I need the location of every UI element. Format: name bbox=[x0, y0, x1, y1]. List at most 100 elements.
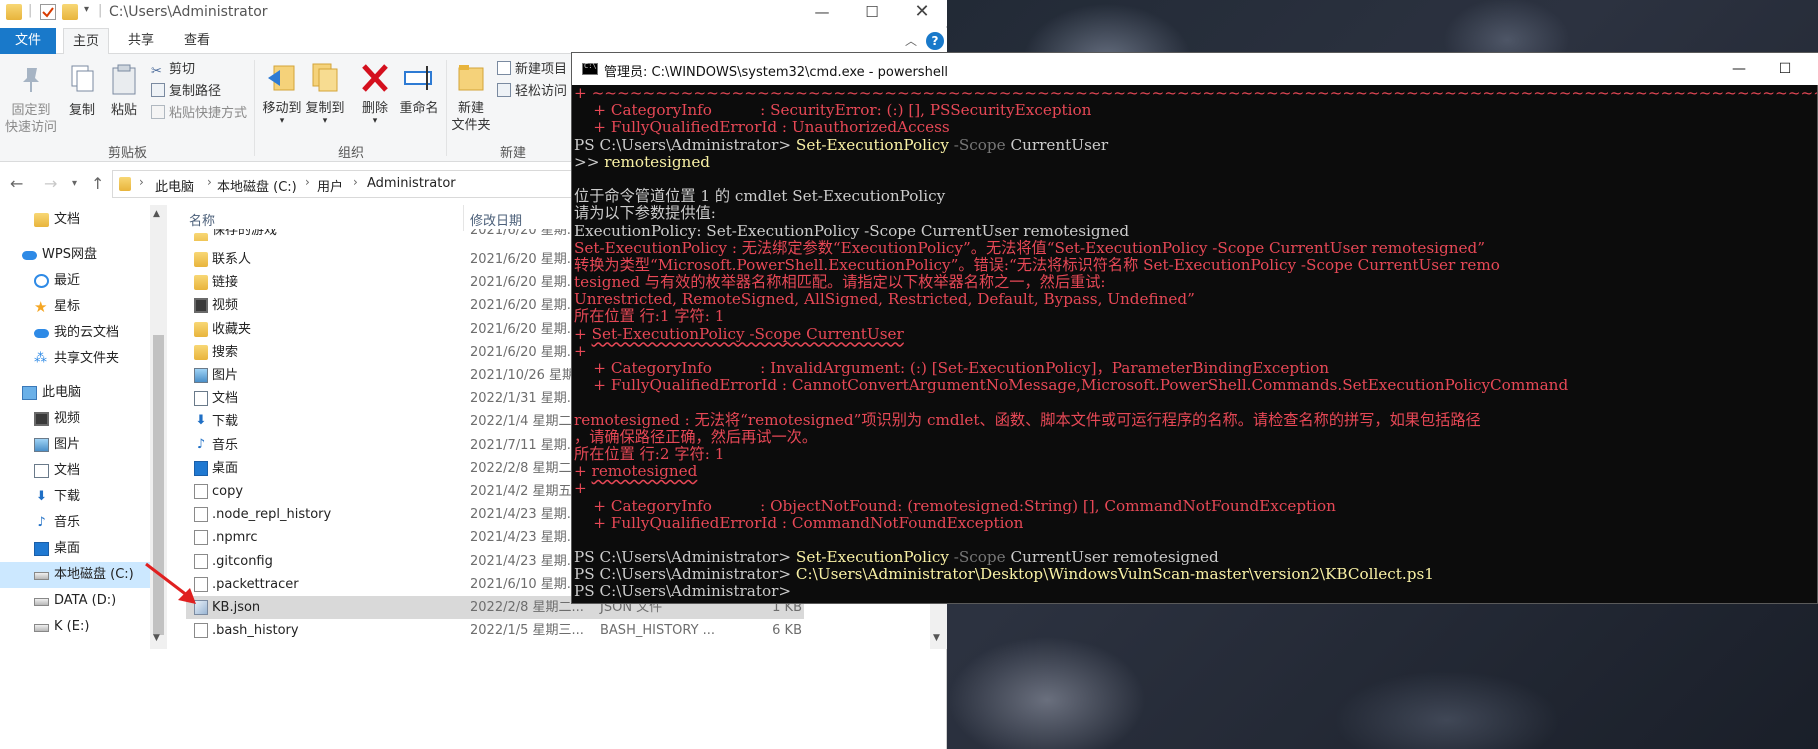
easy-access-button[interactable]: 轻松访问 bbox=[497, 82, 567, 102]
cmd-minimize-button[interactable]: — bbox=[1716, 55, 1762, 83]
move-to-button[interactable]: 移动到 ▾ bbox=[260, 60, 304, 126]
file-name: 链接 bbox=[212, 275, 239, 291]
breadcrumb-this-pc[interactable]: 此电脑 bbox=[155, 176, 194, 195]
console-line: 位于命令管道位置 1 的 cmdlet Set-ExecutionPolicy bbox=[574, 188, 1817, 205]
rename-button[interactable]: 重命名 bbox=[396, 60, 442, 117]
collapse-ribbon-icon[interactable]: ︿ bbox=[905, 32, 917, 49]
new-item-button[interactable]: 新建项目 bbox=[497, 60, 567, 80]
file-row[interactable]: .bash_history 2022/1/5 星期三... BASH_HISTORY… bbox=[186, 619, 804, 642]
file-name: .node_repl_history bbox=[212, 507, 332, 523]
video-icon bbox=[194, 298, 208, 314]
nav-item[interactable]: 最近 bbox=[0, 268, 150, 294]
minimize-button[interactable]: — bbox=[797, 0, 847, 26]
delete-button[interactable]: 删除 ▾ bbox=[356, 60, 394, 126]
console-text: CurrentUser remotesigned bbox=[1010, 548, 1219, 567]
chevron-right-icon[interactable]: › bbox=[139, 175, 144, 189]
nav-item-label: 此电脑 bbox=[42, 385, 82, 400]
nav-item[interactable]: 我的云文档 bbox=[0, 320, 150, 346]
file-date: 2021/4/23 星期... bbox=[470, 507, 580, 523]
nav-item[interactable]: 文档 bbox=[0, 458, 150, 484]
console-line: + CategoryInfo : SecurityError: (:) [], … bbox=[574, 102, 1817, 119]
console-text: ，请确保路径正确，然后再试一次。 bbox=[574, 427, 817, 446]
new-folder-button[interactable]: 新建 文件夹 bbox=[450, 60, 492, 134]
nav-item[interactable]: 桌面 bbox=[0, 536, 150, 562]
console-line: tesigned 与有效的枚举器名称相匹配。请指定以下枚举器名称之一，然后重试: bbox=[574, 273, 1817, 291]
picture-icon bbox=[194, 368, 208, 383]
up-arrow-icon[interactable]: ↑ bbox=[91, 174, 104, 193]
music-icon: ♪ bbox=[196, 436, 206, 452]
nav-item[interactable]: 视频 bbox=[0, 406, 150, 432]
nav-item[interactable]: 此电脑 bbox=[0, 380, 150, 406]
nav-item-label: K (E:) bbox=[54, 619, 90, 634]
chevron-right-icon[interactable]: › bbox=[353, 175, 358, 189]
video-icon bbox=[34, 412, 49, 426]
customize-quick-access-icon[interactable]: ▾ bbox=[84, 4, 89, 15]
console-line: + CategoryInfo : InvalidArgument: (:) [S… bbox=[574, 359, 1817, 377]
tab-file[interactable]: 文件 bbox=[0, 28, 56, 54]
new-folder-quick-icon[interactable] bbox=[62, 4, 78, 20]
console-line: remotesigned : 无法将“remotesigned”项识别为 cmd… bbox=[574, 411, 1817, 429]
nav-item[interactable]: 文档 bbox=[0, 207, 150, 233]
console-text: PS C:\Users\Administrator> bbox=[574, 135, 796, 154]
nav-item[interactable]: ⬇ 下载 bbox=[0, 484, 150, 510]
paste-button[interactable]: 粘贴 bbox=[104, 62, 144, 119]
copy-button[interactable]: 复制 bbox=[62, 62, 102, 119]
cmd-app-icon bbox=[582, 62, 598, 75]
breadcrumb-users[interactable]: 用户 bbox=[317, 176, 343, 195]
nav-item[interactable]: WPS网盘 bbox=[0, 242, 150, 268]
scroll-down-icon[interactable]: ▼ bbox=[933, 633, 940, 643]
scroll-down-icon[interactable]: ▼ bbox=[153, 633, 160, 643]
nav-item[interactable]: ★ 星标 bbox=[0, 294, 150, 320]
file-name: 搜索 bbox=[212, 344, 239, 360]
console-text: 所在位置 行:2 字符: 1 bbox=[574, 444, 725, 463]
pin-to-quick-access-button[interactable]: 固定到 快速访问 bbox=[4, 62, 58, 136]
file-date: 2021/6/20 星期... bbox=[470, 252, 580, 267]
nav-item[interactable]: ♪ 音乐 bbox=[0, 510, 150, 536]
tab-share[interactable]: 共享 bbox=[118, 28, 164, 54]
cut-button[interactable]: ✂ 剪切 bbox=[151, 60, 195, 80]
nav-item-label: 文档 bbox=[54, 463, 81, 478]
properties-icon[interactable] bbox=[40, 4, 56, 20]
desktop-icon bbox=[194, 460, 208, 476]
tab-view[interactable]: 查看 bbox=[174, 28, 220, 54]
column-header-name[interactable]: 名称 bbox=[189, 210, 215, 229]
maximize-button[interactable]: ☐ bbox=[847, 0, 897, 26]
nav-item[interactable]: 本地磁盘 (C:) bbox=[0, 562, 150, 588]
console-line: + bbox=[574, 342, 1817, 360]
nav-item[interactable]: 图片 bbox=[0, 432, 150, 458]
file-date: 2022/1/31 星期... bbox=[470, 391, 580, 407]
breadcrumb-local-disk[interactable]: 本地磁盘 (C:) bbox=[217, 176, 297, 195]
chevron-right-icon[interactable]: › bbox=[305, 175, 310, 189]
console-text: PS C:\Users\Administrator> bbox=[574, 582, 796, 601]
breadcrumb-administrator[interactable]: Administrator bbox=[367, 176, 456, 191]
paste-shortcut-button[interactable]: 粘贴快捷方式 bbox=[151, 104, 247, 124]
file-name: 收藏夹 bbox=[212, 321, 252, 337]
nav-item[interactable]: DATA (D:) bbox=[0, 588, 150, 614]
file-name: copy bbox=[212, 484, 244, 499]
cmd-maximize-button[interactable]: ☐ bbox=[1762, 55, 1808, 83]
console-line: PS C:\Users\Administrator> C:\Users\Admi… bbox=[574, 566, 1817, 583]
copy-to-button[interactable]: 复制到 ▾ bbox=[303, 60, 347, 126]
chevron-right-icon[interactable]: › bbox=[207, 175, 212, 189]
recent-locations-icon[interactable]: ▾ bbox=[72, 178, 77, 189]
tab-home[interactable]: 主页 bbox=[63, 28, 109, 55]
copy-path-button[interactable]: 复制路径 bbox=[151, 82, 221, 102]
help-icon[interactable]: ? bbox=[926, 32, 944, 50]
nav-item[interactable]: ⁂ 共享文件夹 bbox=[0, 346, 150, 372]
back-arrow-icon[interactable]: ← bbox=[10, 174, 23, 193]
console-text: + CategoryInfo : SecurityError: (:) [], … bbox=[574, 101, 1092, 120]
console-text: 所在位置 行:1 字符: 1 bbox=[574, 307, 725, 326]
console-text: + CategoryInfo : InvalidArgument: (:) [S… bbox=[574, 359, 1330, 377]
copy-path-icon bbox=[151, 83, 165, 97]
console-output[interactable]: + ~~~~~~~~~~~~~~~~~~~~~~~~~~~~~~~~~~~~~~… bbox=[574, 85, 1817, 603]
file-name: .packettracer bbox=[212, 576, 299, 592]
forward-arrow-icon[interactable]: → bbox=[44, 174, 57, 193]
close-button[interactable]: ✕ bbox=[897, 0, 947, 26]
nav-item[interactable]: K (E:) bbox=[0, 614, 150, 640]
column-header-date[interactable]: 修改日期 bbox=[470, 210, 522, 229]
scissors-icon: ✂ bbox=[151, 64, 162, 79]
file-name: 文档 bbox=[212, 391, 239, 407]
scroll-up-icon[interactable]: ▲ bbox=[153, 209, 160, 219]
file-name: 桌面 bbox=[212, 460, 239, 476]
console-text: + bbox=[574, 462, 592, 481]
